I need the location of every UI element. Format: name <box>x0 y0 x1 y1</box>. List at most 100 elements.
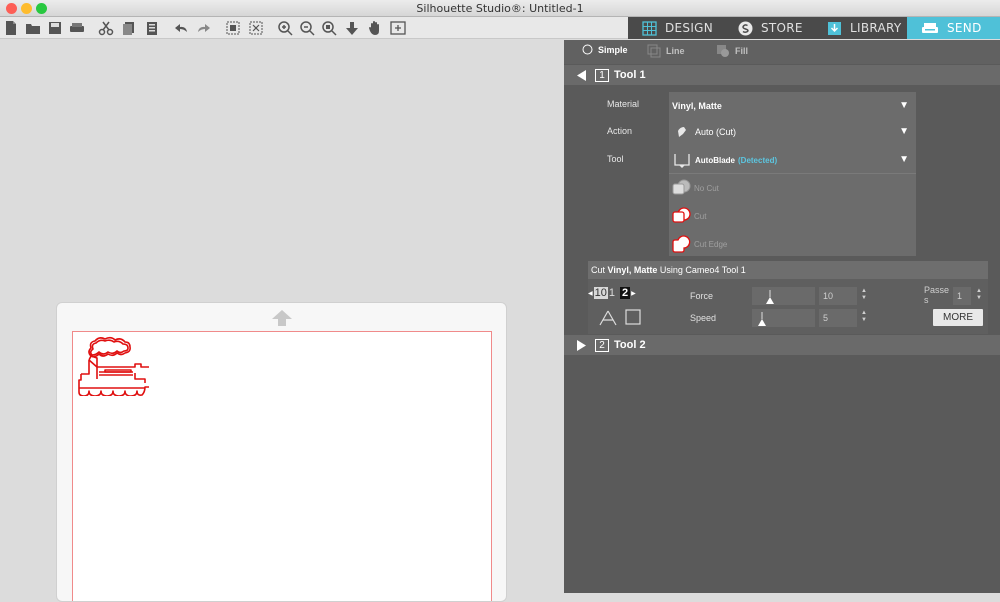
add-page-icon[interactable] <box>389 19 407 37</box>
action-dropdown[interactable]: Auto (Cut) ▼ <box>669 118 916 146</box>
force-slider[interactable] <box>752 287 815 305</box>
speed-input[interactable]: 5 <box>819 309 857 327</box>
tool1-number: 1 <box>595 68 609 82</box>
tool-label: Tool <box>607 154 624 164</box>
fill-mode-icon <box>717 45 729 57</box>
force-label: Force <box>690 291 714 301</box>
mode-fill-label: Fill <box>735 46 748 56</box>
select-all-icon[interactable] <box>224 19 242 37</box>
autoblade-icon <box>674 154 690 168</box>
passes-label-line2: s <box>924 295 929 305</box>
tool-settings-dropdowns: Vinyl, Matte ▼ Auto (Cut) ▼ AutoBlade (D… <box>669 92 916 256</box>
cut-summary-prefix: Cut <box>591 265 608 275</box>
mode-simple[interactable]: Simple <box>582 44 628 55</box>
action-label: Action <box>607 126 633 136</box>
library-icon <box>828 21 841 35</box>
cut-option-cut-edge[interactable]: Cut Edge <box>669 230 916 258</box>
design-canvas[interactable] <box>0 40 564 602</box>
send-to-silhouette-icon[interactable] <box>68 19 86 37</box>
blade-alt-value: 2 <box>620 287 631 299</box>
speed-slider-handle[interactable] <box>757 312 767 327</box>
tab-library-label: LIBRARY <box>850 21 902 35</box>
passes-label-line1: Passe <box>924 285 950 295</box>
zoom-out-icon[interactable] <box>298 19 316 37</box>
blade-depth-next-value: 1 <box>608 287 615 299</box>
tab-send[interactable]: SEND <box>907 17 1000 39</box>
tool2-header[interactable]: 2 Tool 2 <box>564 335 1000 355</box>
cut-option-cut[interactable]: Cut <box>669 202 916 230</box>
zoom-to-fit-icon[interactable] <box>320 19 338 37</box>
material-dropdown[interactable]: Vinyl, Matte ▼ <box>669 92 916 120</box>
sketch-tool-icon[interactable] <box>598 309 618 327</box>
no-cut-icon <box>672 179 691 195</box>
action-value: Auto (Cut) <box>695 127 737 137</box>
line-square-icon[interactable] <box>625 309 641 325</box>
arrow-left-icon: ◀ <box>588 290 593 297</box>
tab-send-label: SEND <box>947 21 982 35</box>
cut-edge-icon <box>672 235 691 253</box>
send-icon <box>922 22 938 33</box>
material-value: Vinyl, Matte <box>672 101 722 111</box>
pan-hand-icon[interactable] <box>366 19 384 37</box>
tab-store[interactable]: STORE <box>724 17 813 39</box>
tool-detected-status: (Detected) <box>738 155 778 165</box>
feed-direction-arrow-icon <box>272 310 292 326</box>
redo-icon[interactable] <box>195 19 213 37</box>
save-icon[interactable] <box>46 19 64 37</box>
speed-slider[interactable] <box>752 309 815 327</box>
store-icon <box>738 21 753 35</box>
tool2-title: Tool 2 <box>614 339 646 351</box>
passes-input[interactable]: 1 <box>953 287 971 305</box>
tool-value: AutoBlade <box>695 155 735 165</box>
cut-option-no-cut[interactable]: No Cut <box>669 174 916 202</box>
paste-icon[interactable] <box>143 19 161 37</box>
blade-depth-control[interactable]: ◀ 10 1 2 ▶ <box>588 287 636 299</box>
force-stepper[interactable]: ▲ ▼ <box>861 288 867 302</box>
tool-dropdown[interactable]: AutoBlade (Detected) ▼ <box>669 146 916 174</box>
cut-label: Cut <box>694 211 707 221</box>
window-titlebar: Silhouette Studio®: Untitled-1 <box>0 0 1000 17</box>
expand-triangle-icon <box>577 339 586 351</box>
zoom-in-icon[interactable] <box>276 19 294 37</box>
cut-scissors-icon[interactable] <box>97 19 115 37</box>
undo-icon[interactable] <box>172 19 190 37</box>
speed-label: Speed <box>690 313 717 323</box>
mode-fill[interactable]: Fill <box>716 44 748 58</box>
more-button[interactable]: MORE <box>933 309 983 326</box>
tab-library[interactable]: LIBRARY <box>813 17 907 39</box>
force-slider-handle[interactable] <box>765 290 775 305</box>
page-area[interactable] <box>72 331 492 601</box>
tool1-header[interactable]: 1 Tool 1 <box>564 65 1000 85</box>
tab-design-label: DESIGN <box>665 21 714 35</box>
no-cut-label: No Cut <box>694 183 719 193</box>
tab-store-label: STORE <box>761 21 803 35</box>
radio-selected-icon <box>582 44 593 55</box>
speed-stepper[interactable]: ▲ ▼ <box>861 310 867 324</box>
cutting-mat <box>56 302 507 602</box>
material-chevron-down-icon: ▼ <box>899 100 909 111</box>
cut-edge-label: Cut Edge <box>694 239 728 249</box>
blade-depth-value: 10 <box>593 287 608 299</box>
workspace-tabs: DESIGN STORE LIBRARY SEND <box>628 17 1000 39</box>
arrow-right-icon: ▶ <box>631 290 636 297</box>
new-document-icon[interactable] <box>2 19 20 37</box>
tab-design[interactable]: DESIGN <box>628 17 724 39</box>
train-cut-shape[interactable] <box>75 334 151 396</box>
deselect-icon[interactable] <box>247 19 265 37</box>
line-mode-icon <box>647 44 661 58</box>
force-input[interactable]: 10 <box>819 287 857 305</box>
tool-chevron-down-icon: ▼ <box>899 154 909 165</box>
material-label: Material <box>607 99 640 109</box>
send-mode-bar: Simple Line Fill <box>564 40 1000 64</box>
window-title: Silhouette Studio®: Untitled-1 <box>416 2 584 15</box>
open-folder-icon[interactable] <box>24 19 42 37</box>
tool2-number: 2 <box>595 338 609 352</box>
copy-icon[interactable] <box>120 19 138 37</box>
move-down-arrow-icon[interactable] <box>343 19 361 37</box>
collapse-triangle-icon <box>577 69 586 81</box>
mode-line[interactable]: Line <box>647 44 685 58</box>
send-panel: Simple Line Fill 1 Tool 1 Material Actio… <box>564 40 1000 593</box>
mode-line-label: Line <box>666 46 685 56</box>
passes-stepper[interactable]: ▲ ▼ <box>976 288 982 302</box>
design-grid-icon <box>642 20 657 36</box>
